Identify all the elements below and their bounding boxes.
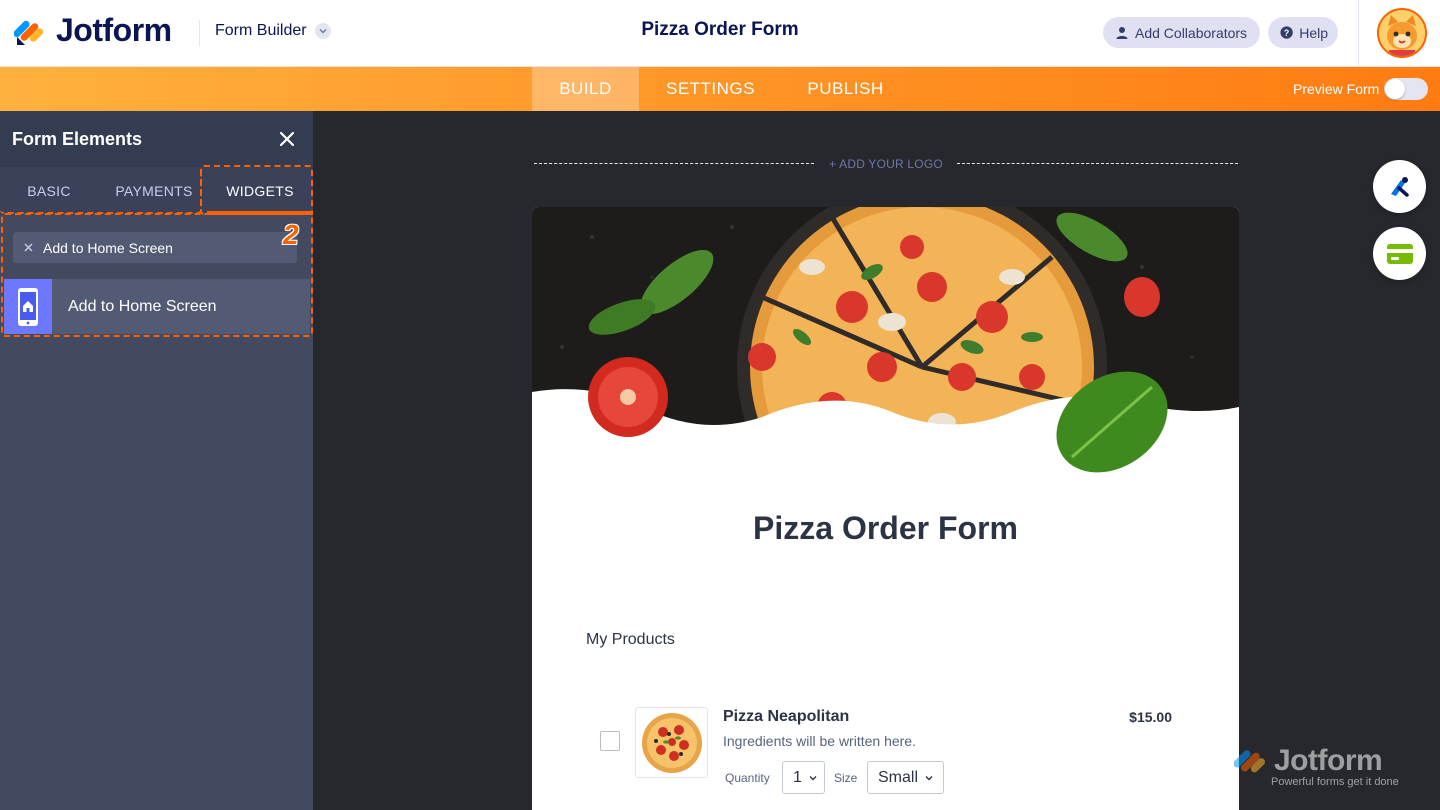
logo-dashed-line-left [534,163,814,164]
widget-result-item[interactable]: Add to Home Screen [4,279,310,334]
jotform-watermark-logo-icon [1234,750,1266,773]
question-icon: ? [1280,26,1293,39]
product-image [635,707,708,778]
form-designer-button[interactable] [1373,160,1426,213]
close-icon [279,131,295,147]
header-divider [199,20,200,46]
brand-name: Jotform [56,12,172,48]
pizza-thumbnail-icon [641,712,702,773]
clear-icon [24,243,32,252]
help-button[interactable]: ? Help [1268,17,1338,48]
size-label: Size [834,771,858,785]
avatar[interactable] [1377,8,1427,58]
form-builder-label: Form Builder [215,22,307,39]
preview-form-label: Preview Form [1293,81,1380,97]
step-badge: 2 [283,219,299,250]
add-collaborators-button[interactable]: Add Collaborators [1103,17,1260,48]
add-collaborators-label: Add Collaborators [1135,24,1248,41]
builder-nav: BUILD SETTINGS PUBLISH Preview Form [0,67,1440,111]
help-label: Help [1299,24,1328,41]
highlight-widgets-tab [200,165,313,215]
close-panel-button[interactable] [276,128,298,150]
form-card: Pizza Order Form My Products Pizza Neapo… [532,207,1239,810]
header-divider-right [1358,0,1359,67]
panel-title: Form Elements [12,129,143,149]
svg-text:?: ? [1284,28,1289,38]
watermark-brand: Jotform [1274,744,1383,777]
panel-header: Form Elements [0,111,313,167]
quantity-select[interactable]: 1 [782,761,825,794]
product-price: $15.00 [1129,709,1172,725]
chevron-down-icon [314,23,331,39]
cat-avatar-icon [1379,10,1425,56]
form-title[interactable]: Pizza Order Form [641,19,798,40]
preview-form-toggle[interactable] [1384,78,1428,100]
tab-publish[interactable]: PUBLISH [789,67,902,111]
highlight-tabs-left [0,167,202,214]
product-checkbox[interactable] [600,731,620,751]
tab-settings[interactable]: SETTINGS [647,67,774,111]
widget-search-box [13,232,297,263]
product-description: Ingredients will be written here. [723,733,916,749]
product-name: Pizza Neapolitan [723,708,850,725]
credit-card-icon [1386,243,1413,264]
form-builder-menu[interactable]: Form Builder [215,22,331,40]
chevron-down-icon [925,775,933,780]
clear-search-button[interactable] [13,243,43,252]
jotform-watermark: Jotform Powerful forms get it done [1234,744,1414,794]
paint-roller-icon [1390,176,1409,197]
user-icon [1116,26,1128,39]
logo-dashed-line-right [957,163,1238,164]
size-value: Small [878,768,919,786]
payment-settings-button[interactable] [1373,227,1426,280]
watermark-tagline: Powerful forms get it done [1271,776,1399,788]
chevron-down-icon [809,775,817,780]
size-select[interactable]: Small [867,761,944,794]
phone-home-icon [18,287,38,326]
products-section-label[interactable]: My Products [586,631,675,649]
widget-result-label: Add to Home Screen [68,298,217,315]
add-logo-button[interactable]: + ADD YOUR LOGO [826,157,946,171]
widget-search-input[interactable] [43,239,283,256]
form-heading[interactable]: Pizza Order Form [532,510,1239,547]
quantity-value: 1 [793,768,802,786]
jotform-logo-icon [14,20,44,45]
tab-build[interactable]: BUILD [532,67,639,111]
pizza-hero-image [532,207,1239,497]
jotform-logo[interactable]: Jotform [14,12,172,49]
toggle-knob [1385,79,1405,99]
quantity-label: Quantity [725,771,770,785]
top-header: Jotform Form Builder Pizza Order Form Ad… [0,0,1440,67]
widget-thumb [4,279,52,334]
